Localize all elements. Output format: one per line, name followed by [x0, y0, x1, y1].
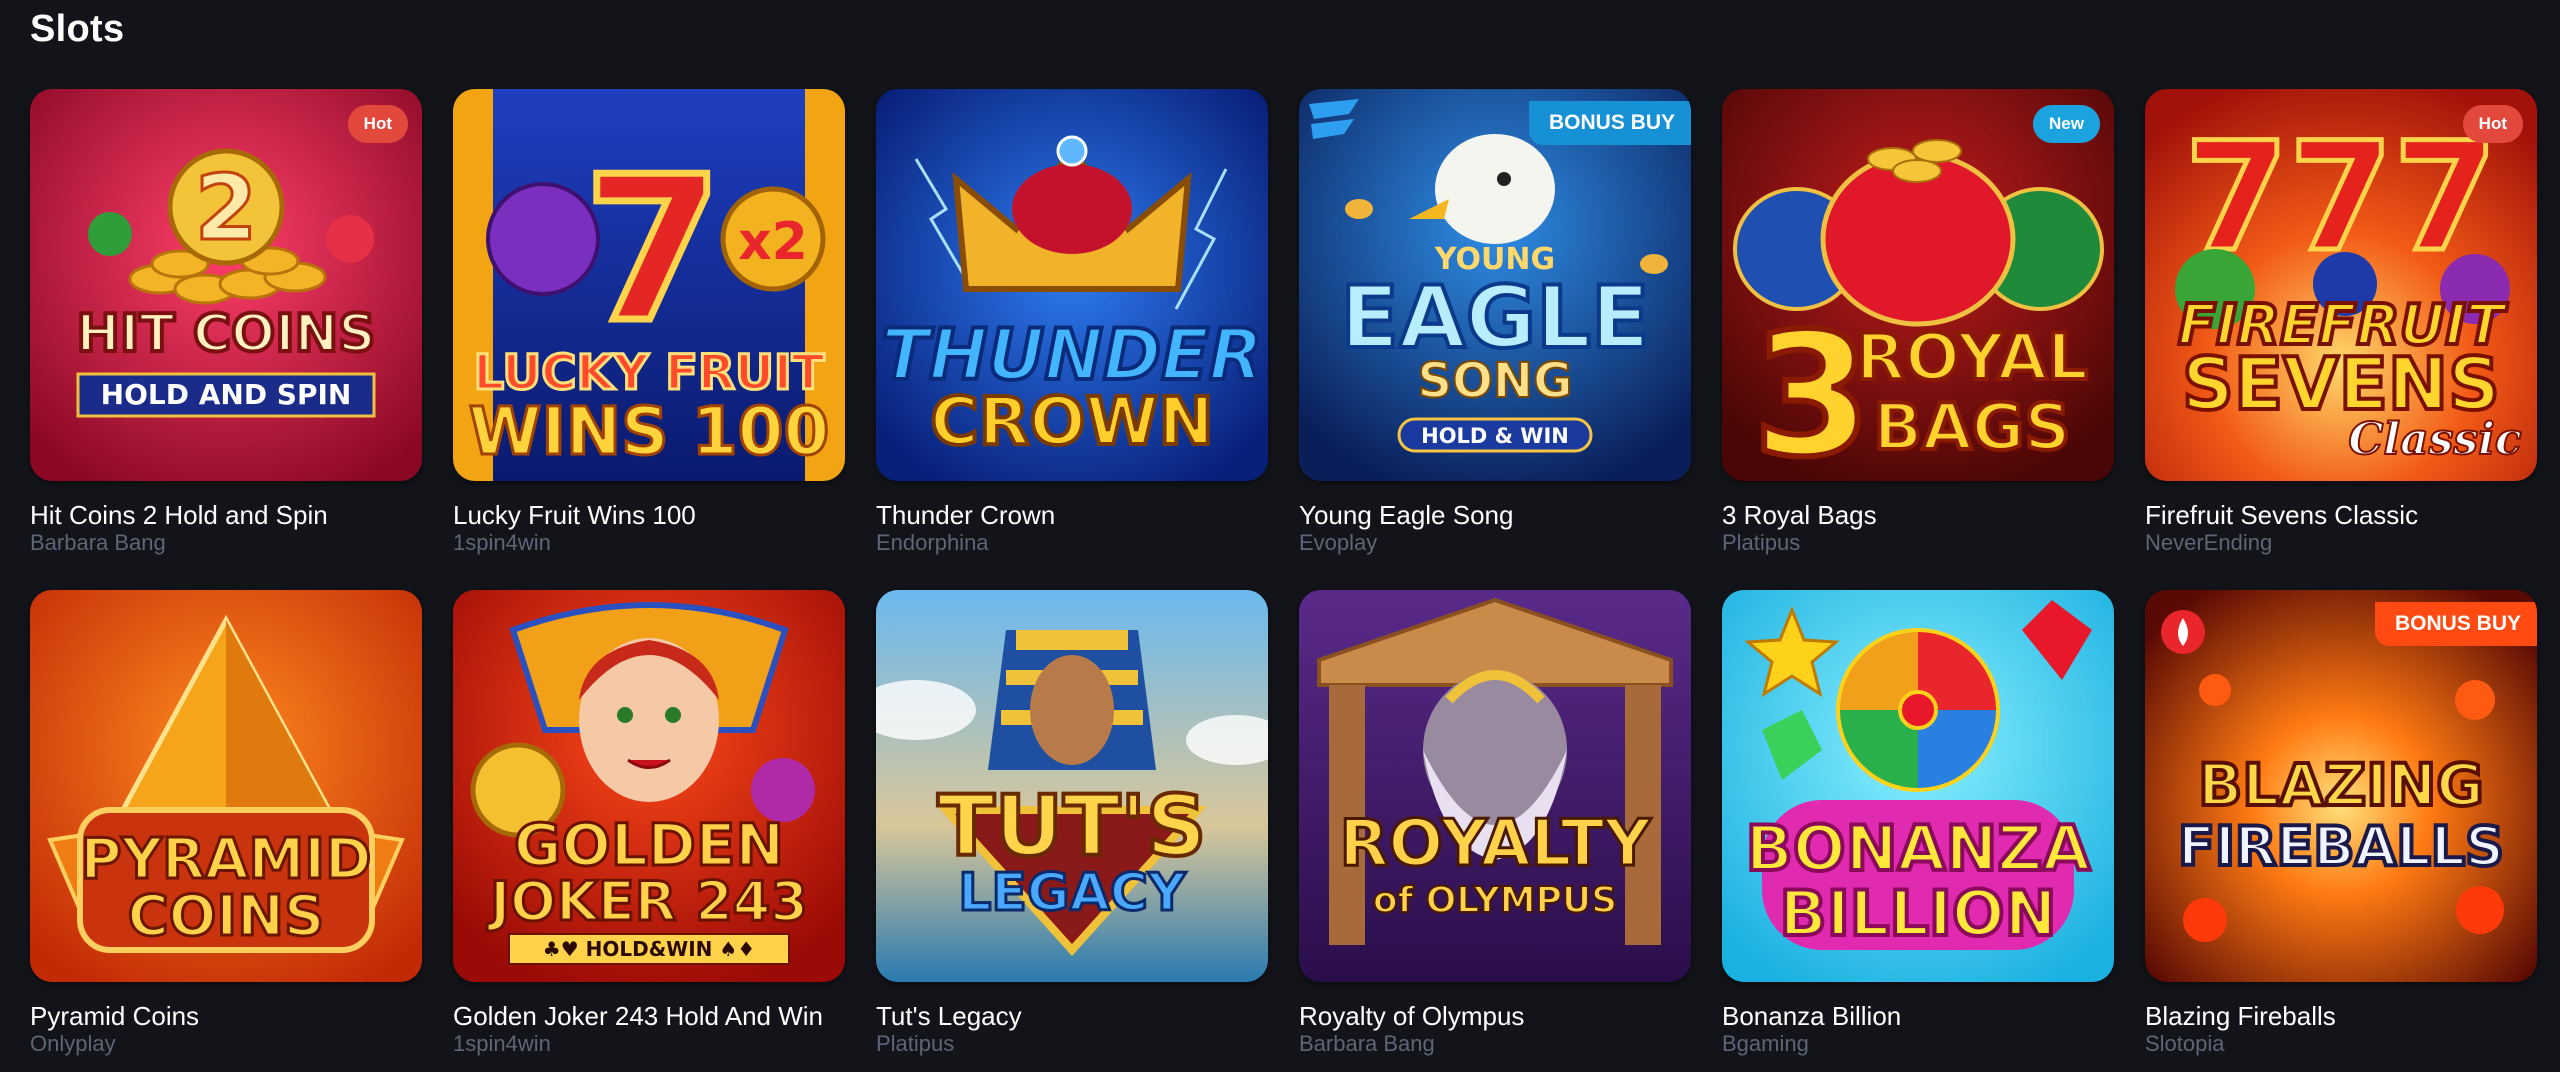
game-provider: Barbara Bang	[1299, 1031, 1435, 1056]
game-title[interactable]: Blazing Fireballs	[2145, 1001, 2336, 1032]
logo-text: BONANZA	[1746, 812, 2091, 885]
tuts-legacy-artwork: TUT'S LEGACY	[876, 590, 1268, 982]
logo-text: WINS 100	[469, 393, 830, 470]
firefruit-sevens-artwork: 777 FIREFRUIT SEVENS Classic	[2145, 89, 2537, 481]
game-provider: Onlyplay	[30, 1031, 116, 1056]
logo-text: CROWN	[930, 383, 1213, 460]
logo-text: BLAZING	[2198, 751, 2484, 819]
bonanza-billion-artwork: BONANZA BILLION	[1722, 590, 2114, 982]
logo-text: ♣♥ HOLD&WIN ♠♦	[543, 937, 755, 961]
game-provider: 1spin4win	[453, 530, 551, 555]
game-provider: Platipus	[1722, 530, 1801, 555]
logo-text: BAGS	[1874, 391, 2071, 465]
hot-badge: Hot	[347, 105, 408, 143]
thunder-crown-artwork: THUNDER CROWN	[876, 89, 1268, 481]
young-eagle-song-artwork: YOUNG EAGLE SONG HOLD & WIN	[1299, 89, 1691, 481]
logo-text: Classic	[2348, 414, 2522, 465]
logo-text: ROYALTY	[1339, 807, 1651, 881]
game-card-hit-coins[interactable]: 2 HIT COINS HOLD AND SPIN Hot Hit Coins …	[30, 89, 422, 590]
logo-text: LEGACY	[958, 863, 1187, 923]
logo-text: 3	[1753, 297, 1871, 481]
logo-text: SONG	[1418, 353, 1573, 409]
game-provider: 1spin4win	[453, 1031, 551, 1056]
game-thumbnail[interactable]: 2 HIT COINS HOLD AND SPIN Hot	[30, 89, 422, 481]
logo-text: COINS	[128, 884, 325, 949]
section-title: Slots	[30, 8, 125, 50]
logo-text: x2	[738, 212, 808, 272]
logo-text: TUT'S	[937, 777, 1206, 875]
game-card-royalty-of-olympus[interactable]: ROYALTY of OLYMPUS Royalty of Olympus Ba…	[1299, 590, 1691, 1060]
logo-text: HOLD AND SPIN	[101, 378, 352, 411]
games-grid: 2 HIT COINS HOLD AND SPIN Hot Hit Coins …	[30, 89, 2537, 1060]
game-thumbnail[interactable]: YOUNG EAGLE SONG HOLD & WIN BONUS BUY	[1299, 89, 1691, 481]
game-thumbnail[interactable]: 3 ROYAL BAGS New	[1722, 89, 2114, 481]
logo-text: FIREBALLS	[2178, 815, 2504, 878]
blazing-fireballs-artwork: BLAZING FIREBALLS	[2145, 590, 2537, 982]
game-thumbnail[interactable]: x2 7 LUCKY FRUIT WINS 100	[453, 89, 845, 481]
game-thumbnail[interactable]: PYRAMID COINS	[30, 590, 422, 982]
logo-text: JOKER 243	[486, 870, 808, 933]
game-thumbnail[interactable]: TUT'S LEGACY	[876, 590, 1268, 982]
logo-text: ROYAL	[1856, 321, 2088, 395]
game-title[interactable]: Bonanza Billion	[1722, 1001, 1901, 1032]
game-card-bonanza-billion[interactable]: BONANZA BILLION Bonanza Billion Bgaming	[1722, 590, 2114, 1060]
game-card-tuts-legacy[interactable]: TUT'S LEGACY Tut's Legacy Platipus	[876, 590, 1268, 1060]
game-provider: Endorphina	[876, 530, 989, 555]
game-card-blazing-fireballs[interactable]: BLAZING FIREBALLS BONUS BUY Blazing Fire…	[2145, 590, 2537, 1060]
game-card-thunder-crown[interactable]: THUNDER CROWN Thunder Crown Endorphina	[876, 89, 1268, 590]
game-title[interactable]: Firefruit Sevens Classic	[2145, 500, 2418, 531]
game-thumbnail[interactable]: 777 FIREFRUIT SEVENS Classic Hot	[2145, 89, 2537, 481]
game-title[interactable]: 3 Royal Bags	[1722, 500, 1877, 531]
3-royal-bags-artwork: 3 ROYAL BAGS	[1722, 89, 2114, 481]
royalty-of-olympus-artwork: ROYALTY of OLYMPUS	[1299, 590, 1691, 982]
game-thumbnail[interactable]: ROYALTY of OLYMPUS	[1299, 590, 1691, 982]
logo-text: 2	[195, 156, 258, 261]
game-title[interactable]: Thunder Crown	[876, 500, 1055, 531]
game-title[interactable]: Pyramid Coins	[30, 1001, 199, 1032]
game-provider: Barbara Bang	[30, 530, 166, 555]
game-title[interactable]: Tut's Legacy	[876, 1001, 1022, 1032]
lucky-fruit-artwork: x2 7 LUCKY FRUIT WINS 100	[453, 89, 845, 481]
game-card-golden-joker-243[interactable]: GOLDEN JOKER 243 ♣♥ HOLD&WIN ♠♦ Golden J…	[453, 590, 845, 1060]
game-card-lucky-fruit[interactable]: x2 7 LUCKY FRUIT WINS 100 Lucky Fruit Wi…	[453, 89, 845, 590]
game-title[interactable]: Golden Joker 243 Hold And Win	[453, 1001, 823, 1032]
game-provider: Slotopia	[2145, 1031, 2225, 1056]
game-provider: Platipus	[876, 1031, 955, 1056]
bonus-buy-badge: BONUS BUY	[1528, 101, 1691, 145]
game-title[interactable]: Young Eagle Song	[1299, 500, 1513, 531]
game-provider: Evoplay	[1299, 530, 1378, 555]
game-provider: NeverEnding	[2145, 530, 2273, 555]
logo-text: GOLDEN	[514, 811, 784, 879]
game-card-firefruit-sevens[interactable]: 777 FIREFRUIT SEVENS Classic Hot Firefru…	[2145, 89, 2537, 590]
game-card-pyramid-coins[interactable]: PYRAMID COINS Pyramid Coins Onlyplay	[30, 590, 422, 1060]
game-provider: Bgaming	[1722, 1031, 1809, 1056]
logo-text: HIT COINS	[76, 304, 375, 364]
game-title[interactable]: Hit Coins 2 Hold and Spin	[30, 500, 328, 531]
game-thumbnail[interactable]: BONANZA BILLION	[1722, 590, 2114, 982]
game-thumbnail[interactable]: THUNDER CROWN	[876, 89, 1268, 481]
logo-text: PYRAMID	[80, 827, 371, 892]
pyramid-coins-artwork: PYRAMID COINS	[30, 590, 422, 982]
new-badge: New	[2033, 105, 2100, 143]
hit-coins-artwork: 2 HIT COINS HOLD AND SPIN	[30, 89, 422, 481]
logo-text: HOLD & WIN	[1421, 424, 1569, 448]
game-card-young-eagle-song[interactable]: YOUNG EAGLE SONG HOLD & WIN BONUS BUY Yo…	[1299, 89, 1691, 590]
game-title[interactable]: Royalty of Olympus	[1299, 1001, 1524, 1032]
golden-joker-artwork: GOLDEN JOKER 243 ♣♥ HOLD&WIN ♠♦	[453, 590, 845, 982]
bonus-buy-badge: BONUS BUY	[2374, 602, 2537, 646]
game-thumbnail[interactable]: GOLDEN JOKER 243 ♣♥ HOLD&WIN ♠♦	[453, 590, 845, 982]
game-title[interactable]: Lucky Fruit Wins 100	[453, 500, 696, 531]
hot-badge: Hot	[2462, 105, 2523, 143]
logo-text: BILLION	[1779, 877, 2056, 950]
logo-text: of OLYMPUS	[1373, 880, 1617, 921]
game-thumbnail[interactable]: BLAZING FIREBALLS BONUS BUY	[2145, 590, 2537, 982]
game-card-3-royal-bags[interactable]: 3 ROYAL BAGS New 3 Royal Bags Platipus	[1722, 89, 2114, 590]
logo-text: 7	[583, 134, 722, 367]
